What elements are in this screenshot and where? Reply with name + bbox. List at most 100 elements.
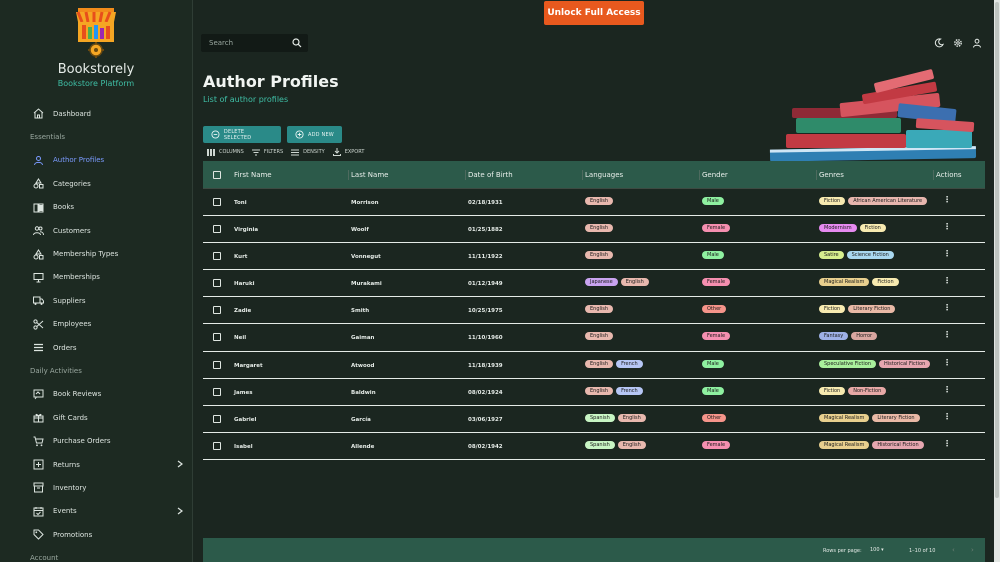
row-checkbox[interactable] [213,414,221,423]
row-checkbox[interactable] [213,441,221,450]
table-row[interactable]: Kurt Vonnegut 11/11/1922 English Male Satire S… [203,243,985,271]
sidebar-item-books[interactable]: Books [0,196,192,219]
column-header-first-name[interactable]: First Name [234,171,272,179]
table-row[interactable]: Zadie Smith 10/25/1975 English Other Fiction L… [203,297,985,325]
row-actions-menu-icon[interactable]: ⋮ [943,330,951,339]
search-input[interactable] [209,39,289,47]
sidebar-item-inventory[interactable]: Inventory [0,476,192,499]
shapes-icon [33,248,44,260]
delete-selected-button[interactable]: DELETE SELECTED [203,126,281,143]
language-chip: French [616,359,643,368]
languages-cell: English [585,224,616,233]
dob-cell: 10/25/1975 [468,308,503,315]
languages-cell: English [585,305,616,314]
table-row[interactable]: Virginia Woolf 01/25/1882 English Female Mode… [203,216,985,244]
row-actions-menu-icon[interactable]: ⋮ [943,276,951,285]
density-button[interactable]: DENSITY [291,148,325,156]
sidebar-item-categories[interactable]: Categories [0,172,192,195]
dob-cell: 02/18/1931 [468,200,503,206]
unlock-full-access-button[interactable]: Unlock Full Access [544,1,644,25]
genre-chip: Non-Fiction [848,386,887,395]
export-button[interactable]: EXPORT [332,148,364,156]
table-row[interactable]: Margaret Atwood 11/18/1939 English French Mal… [203,352,985,379]
search-icon[interactable] [292,38,302,48]
sidebar-item-membership-types[interactable]: Membership Types [0,242,192,265]
column-separator[interactable] [465,169,466,180]
sidebar-item-label: Employees [53,320,92,329]
sidebar: Bookstorely Bookstore Platform Dashboard… [0,0,193,562]
table-row[interactable]: James Baldwin 08/02/1924 English French Male F… [203,379,985,406]
sidebar-item-events[interactable]: Events [0,500,192,523]
sidebar-item-customers[interactable]: Customers [0,219,192,242]
column-header-actions[interactable]: Actions [936,171,962,179]
row-actions-menu-icon[interactable]: ⋮ [943,249,951,258]
gender-cell: Other [702,305,729,314]
table-row[interactable]: Toni Morrison 02/18/1931 English Male Fiction… [203,189,985,217]
dark-mode-icon[interactable] [934,38,944,48]
genres-cell: Speculative Fiction Historical Fiction [819,359,933,368]
sidebar-item-purchase-orders[interactable]: Purchase Orders [0,429,192,452]
sidebar-item-label: Purchase Orders [53,437,111,446]
column-separator[interactable] [816,169,817,180]
settings-icon[interactable] [953,38,963,48]
sidebar-item-employees[interactable]: Employees [0,313,192,336]
select-all-checkbox[interactable] [213,170,221,179]
column-header-date-of-birth[interactable]: Date of Birth [468,171,513,179]
column-header-languages[interactable]: Languages [585,171,623,179]
row-actions-menu-icon[interactable]: ⋮ [943,439,951,448]
row-actions-menu-icon[interactable]: ⋮ [943,303,951,312]
sidebar-item-label: Categories [53,179,91,188]
first-name-cell: Margaret [234,362,263,369]
row-actions-menu-icon[interactable]: ⋮ [943,222,951,231]
add-new-button[interactable]: ADD NEW [287,126,342,143]
previous-page-icon[interactable]: ‹ [952,546,955,554]
gender-cell: Other [702,413,729,422]
sidebar-item-dashboard[interactable]: Dashboard [0,102,192,125]
column-separator[interactable] [699,169,700,180]
table-row[interactable]: Isabel Allende 08/02/1942 Spanish English Fem… [203,433,985,460]
gender-cell: Female [702,278,733,287]
genre-chip: Horror [851,332,878,341]
column-separator[interactable] [348,169,349,180]
column-separator[interactable] [582,169,583,180]
row-checkbox[interactable] [213,279,221,288]
genres-cell: Modernism Fiction [819,224,889,233]
columns-button[interactable]: COLUMNS [207,148,244,156]
sidebar-item-suppliers[interactable]: Suppliers [0,289,192,312]
row-checkbox[interactable] [213,252,221,261]
next-page-icon[interactable]: › [971,546,974,554]
last-name-cell: Allende [351,443,375,450]
scrollbar-thumb[interactable] [995,2,999,498]
column-header-gender[interactable]: Gender [702,171,728,179]
language-chip: English [617,440,646,449]
row-checkbox[interactable] [213,225,221,234]
sidebar-item-orders[interactable]: Orders [0,336,192,359]
column-separator[interactable] [933,169,934,180]
gender-chip: Female [702,332,731,341]
user-account-icon[interactable] [972,38,982,48]
row-checkbox[interactable] [213,198,221,206]
rows-per-page-select[interactable]: 100 ▾ [870,547,884,553]
sidebar-item-memberships[interactable]: Memberships [0,266,192,289]
row-checkbox[interactable] [213,333,221,342]
gift-icon [33,412,44,423]
sidebar-item-author-profiles[interactable]: Author Profiles [0,149,192,172]
row-actions-menu-icon[interactable]: ⋮ [943,385,951,394]
row-actions-menu-icon[interactable]: ⋮ [943,412,951,421]
table-row[interactable]: Gabriel García 03/06/1927 Spanish English Oth… [203,406,985,433]
sidebar-item-gift-cards[interactable]: Gift Cards [0,406,192,429]
filters-button[interactable]: FILTERS [251,148,283,156]
row-checkbox[interactable] [213,306,221,315]
column-header-genres[interactable]: Genres [819,171,844,179]
sidebar-item-promotions[interactable]: Promotions [0,523,192,546]
row-checkbox[interactable] [213,360,221,369]
sidebar-item-returns[interactable]: Returns [0,453,192,476]
table-row[interactable]: Neil Gaiman 11/10/1960 English Female Fantasy… [203,324,985,352]
row-actions-menu-icon[interactable]: ⋮ [943,195,951,204]
page-scrollbar[interactable] [994,0,1000,562]
row-checkbox[interactable] [213,387,221,396]
column-header-last-name[interactable]: Last Name [351,171,388,179]
table-row[interactable]: Haruki Murakami 01/12/1949 Japanese English F… [203,270,985,298]
sidebar-item-book-reviews[interactable]: Book Reviews [0,383,192,406]
row-actions-menu-icon[interactable]: ⋮ [943,358,951,367]
